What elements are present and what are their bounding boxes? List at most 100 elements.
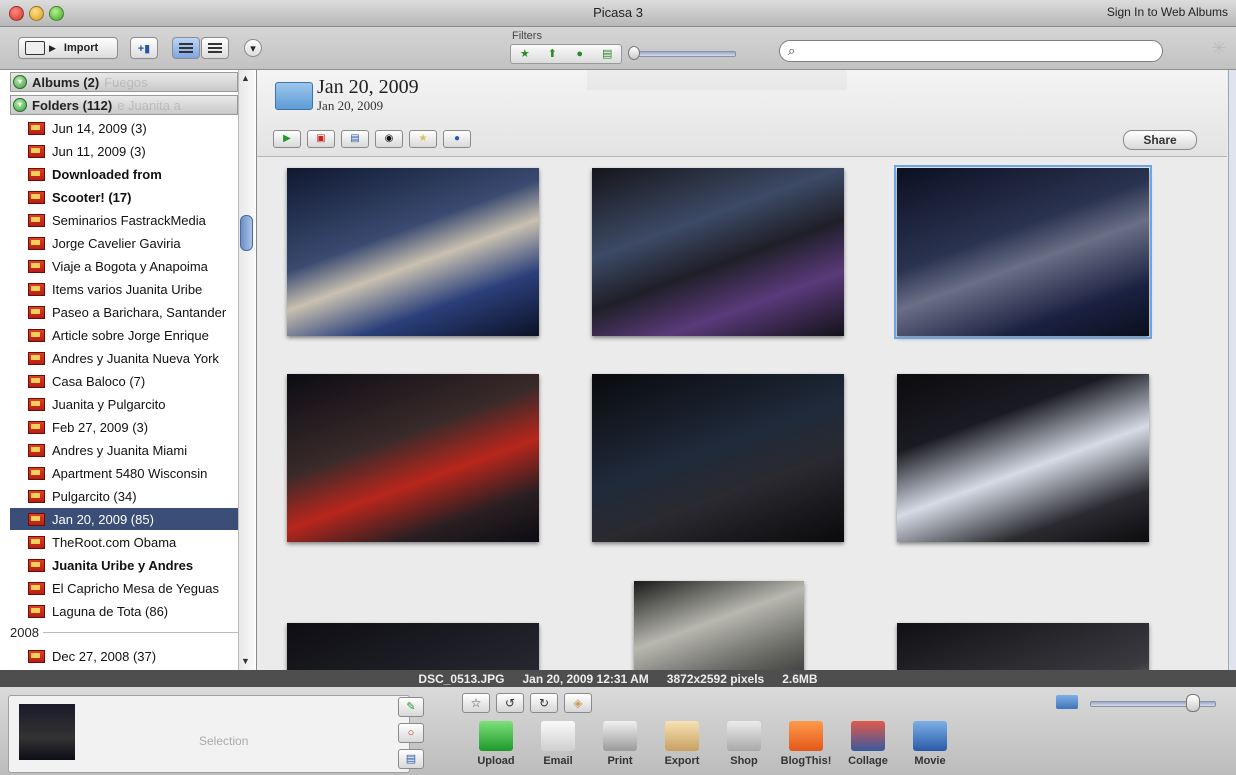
folder-item[interactable]: Andres y Juanita Nueva York — [10, 347, 238, 369]
photo-thumbnail[interactable] — [897, 623, 1149, 670]
action-print-button[interactable]: Print — [594, 721, 646, 767]
folder-item[interactable]: TheRoot.com Obama — [10, 531, 238, 553]
folder-item[interactable]: Apartment 5480 Wisconsin — [10, 462, 238, 484]
folder-item[interactable]: Paseo a Barichara, Santander — [10, 301, 238, 323]
movie-icon — [913, 721, 947, 751]
folder-title[interactable]: Jan 20, 2009 — [317, 76, 419, 99]
folder-item[interactable]: Pulgarcito (34) — [10, 485, 238, 507]
rotate-left-icon[interactable]: ↺ — [496, 693, 524, 713]
add-to-album-icon[interactable]: ▤ — [398, 749, 424, 769]
uploaded-filter-icon[interactable]: ⬆ — [542, 47, 562, 61]
scroll-up-icon[interactable]: ▲ — [241, 73, 250, 83]
detail-view-button[interactable] — [201, 37, 229, 59]
action-movie-button[interactable]: Movie — [904, 721, 956, 767]
selection-label: Selection — [199, 734, 249, 748]
folder-item[interactable]: Andres y Juanita Miami — [10, 439, 238, 461]
folder-item[interactable]: Juanita y Pulgarcito — [10, 393, 238, 415]
edit-buttons: ☆ ↺ ↻ ◈ — [462, 693, 592, 713]
folder-item[interactable]: Jan 20, 2009 (85) — [10, 508, 238, 530]
folder-item[interactable]: El Capricho Mesa de Yeguas — [10, 577, 238, 599]
sidebar-scroll-thumb[interactable] — [240, 215, 253, 251]
action-collage-button[interactable]: Collage — [842, 721, 894, 767]
folder-item[interactable]: Feb 27, 2009 (3) — [10, 416, 238, 438]
folder-item[interactable]: Juanita Uribe y Andres — [10, 554, 238, 576]
import-label: Import — [63, 42, 99, 54]
date-filter-knob[interactable] — [628, 46, 640, 60]
people-icon[interactable]: ● — [443, 130, 471, 148]
sidebar-scrollbar[interactable] — [238, 70, 255, 670]
clear-selection-icon[interactable]: ○ — [398, 723, 424, 743]
folder-item[interactable]: Jorge Cavelier Gaviria — [10, 232, 238, 254]
folder-item[interactable]: Laguna de Tota (86) — [10, 600, 238, 622]
star-filter-icon[interactable]: ★ — [515, 47, 535, 61]
movie-filter-icon[interactable]: ▤ — [597, 47, 617, 61]
folder-item[interactable]: Dec 27, 2008 (37) — [10, 645, 238, 667]
header-ghost-strip — [587, 70, 847, 90]
camera-icon — [25, 41, 45, 55]
sign-in-link[interactable]: Sign In to Web Albums — [1107, 5, 1228, 19]
scroll-down-icon[interactable]: ▼ — [241, 656, 250, 666]
folder-item[interactable]: Downloaded from — [10, 163, 238, 185]
photo-icon[interactable]: ▣ — [307, 130, 335, 148]
folder-label: Viaje a Bogota y Anapoima — [52, 258, 208, 274]
geotag-icon[interactable]: ◉ — [375, 130, 403, 148]
play-slideshow-icon[interactable]: ▶ — [273, 130, 301, 148]
folder-label: TheRoot.com Obama — [52, 534, 177, 550]
date-filter-slider[interactable] — [632, 51, 736, 57]
folder-item[interactable]: Scooter! (17) — [10, 186, 238, 208]
albums-group-header[interactable]: ▾ Albums (2) Fuegos — [10, 72, 238, 92]
add-to-album-button[interactable]: +▮ — [130, 37, 158, 59]
status-dimensions: 3872x2592 pixels — [666, 671, 765, 686]
action-shop-button[interactable]: Shop — [718, 721, 770, 767]
photo-thumbnail[interactable] — [287, 623, 539, 670]
folder-item[interactable]: Jun 11, 2009 (3) — [10, 140, 238, 162]
folder-icon — [28, 374, 45, 388]
photo-thumbnail[interactable] — [897, 374, 1149, 542]
folder-label: Jun 11, 2009 (3) — [52, 143, 146, 159]
folder-item[interactable]: Jun 14, 2009 (3) — [10, 117, 238, 139]
action-export-button[interactable]: Export — [656, 721, 708, 767]
right-scroll-strip[interactable] — [1228, 70, 1236, 670]
folder-icon — [28, 236, 45, 250]
folder-label: Items varios Juanita Uribe — [52, 281, 203, 297]
thumbnail-size-icon — [1056, 695, 1078, 709]
rotate-right-icon[interactable]: ↻ — [530, 693, 558, 713]
folder-item[interactable]: Casa Baloco (7) — [10, 370, 238, 392]
action-blogthis-button[interactable]: BlogThis! — [780, 721, 832, 767]
movie-icon[interactable]: ▤ — [341, 130, 369, 148]
folder-label: Downloaded from — [52, 166, 162, 182]
people-filter-icon[interactable]: ● — [570, 47, 590, 61]
view-dropdown-button[interactable]: ▾ — [244, 39, 262, 57]
photo-tray: Selection ✎ ○ ▤ ☆ ↺ ↻ ◈ Upload Email Print… — [0, 687, 1236, 775]
photo-thumbnail[interactable] — [287, 374, 539, 542]
hold-pin-icon[interactable]: ✎ — [398, 697, 424, 717]
folder-icon — [28, 581, 45, 595]
folder-item[interactable]: Viaje a Bogota y Anapoima — [10, 255, 238, 277]
folders-group-header[interactable]: ▾ Folders (112) e Juanita a — [10, 95, 238, 115]
photo-thumbnail[interactable] — [592, 168, 844, 336]
folder-label: Pulgarcito (34) — [52, 488, 137, 504]
folder-item[interactable]: Article sobre Jorge Enrique — [10, 324, 238, 346]
import-button[interactable]: ▶ Import — [18, 37, 118, 59]
action-label: Print — [607, 755, 633, 767]
selection-thumbnail[interactable] — [19, 704, 75, 760]
title-bar: Picasa 3 Sign In to Web Albums — [0, 0, 1236, 27]
thumbnail-size-knob[interactable] — [1186, 694, 1200, 712]
star-icon[interactable]: ★ — [409, 130, 437, 148]
photo-thumbnail[interactable] — [287, 168, 539, 336]
folder-item[interactable]: Seminarios FastrackMedia — [10, 209, 238, 231]
action-label: Export — [664, 755, 700, 767]
star-icon[interactable]: ☆ — [462, 693, 490, 713]
photo-thumbnail[interactable] — [894, 165, 1152, 339]
photo-thumbnail[interactable] — [634, 581, 804, 670]
folder-list-panel: ▾ Albums (2) Fuegos ▾ Folders (112) e Ju… — [0, 70, 257, 670]
photo-thumbnail[interactable] — [592, 374, 844, 542]
search-field[interactable]: ⌕ — [779, 40, 1163, 62]
folder-item[interactable]: Items varios Juanita Uribe — [10, 278, 238, 300]
tag-icon[interactable]: ◈ — [564, 693, 592, 713]
action-email-button[interactable]: Email — [532, 721, 584, 767]
action-label: Email — [543, 755, 573, 767]
action-upload-button[interactable]: Upload — [470, 721, 522, 767]
share-button[interactable]: Share — [1123, 130, 1197, 150]
list-view-button[interactable] — [172, 37, 200, 59]
